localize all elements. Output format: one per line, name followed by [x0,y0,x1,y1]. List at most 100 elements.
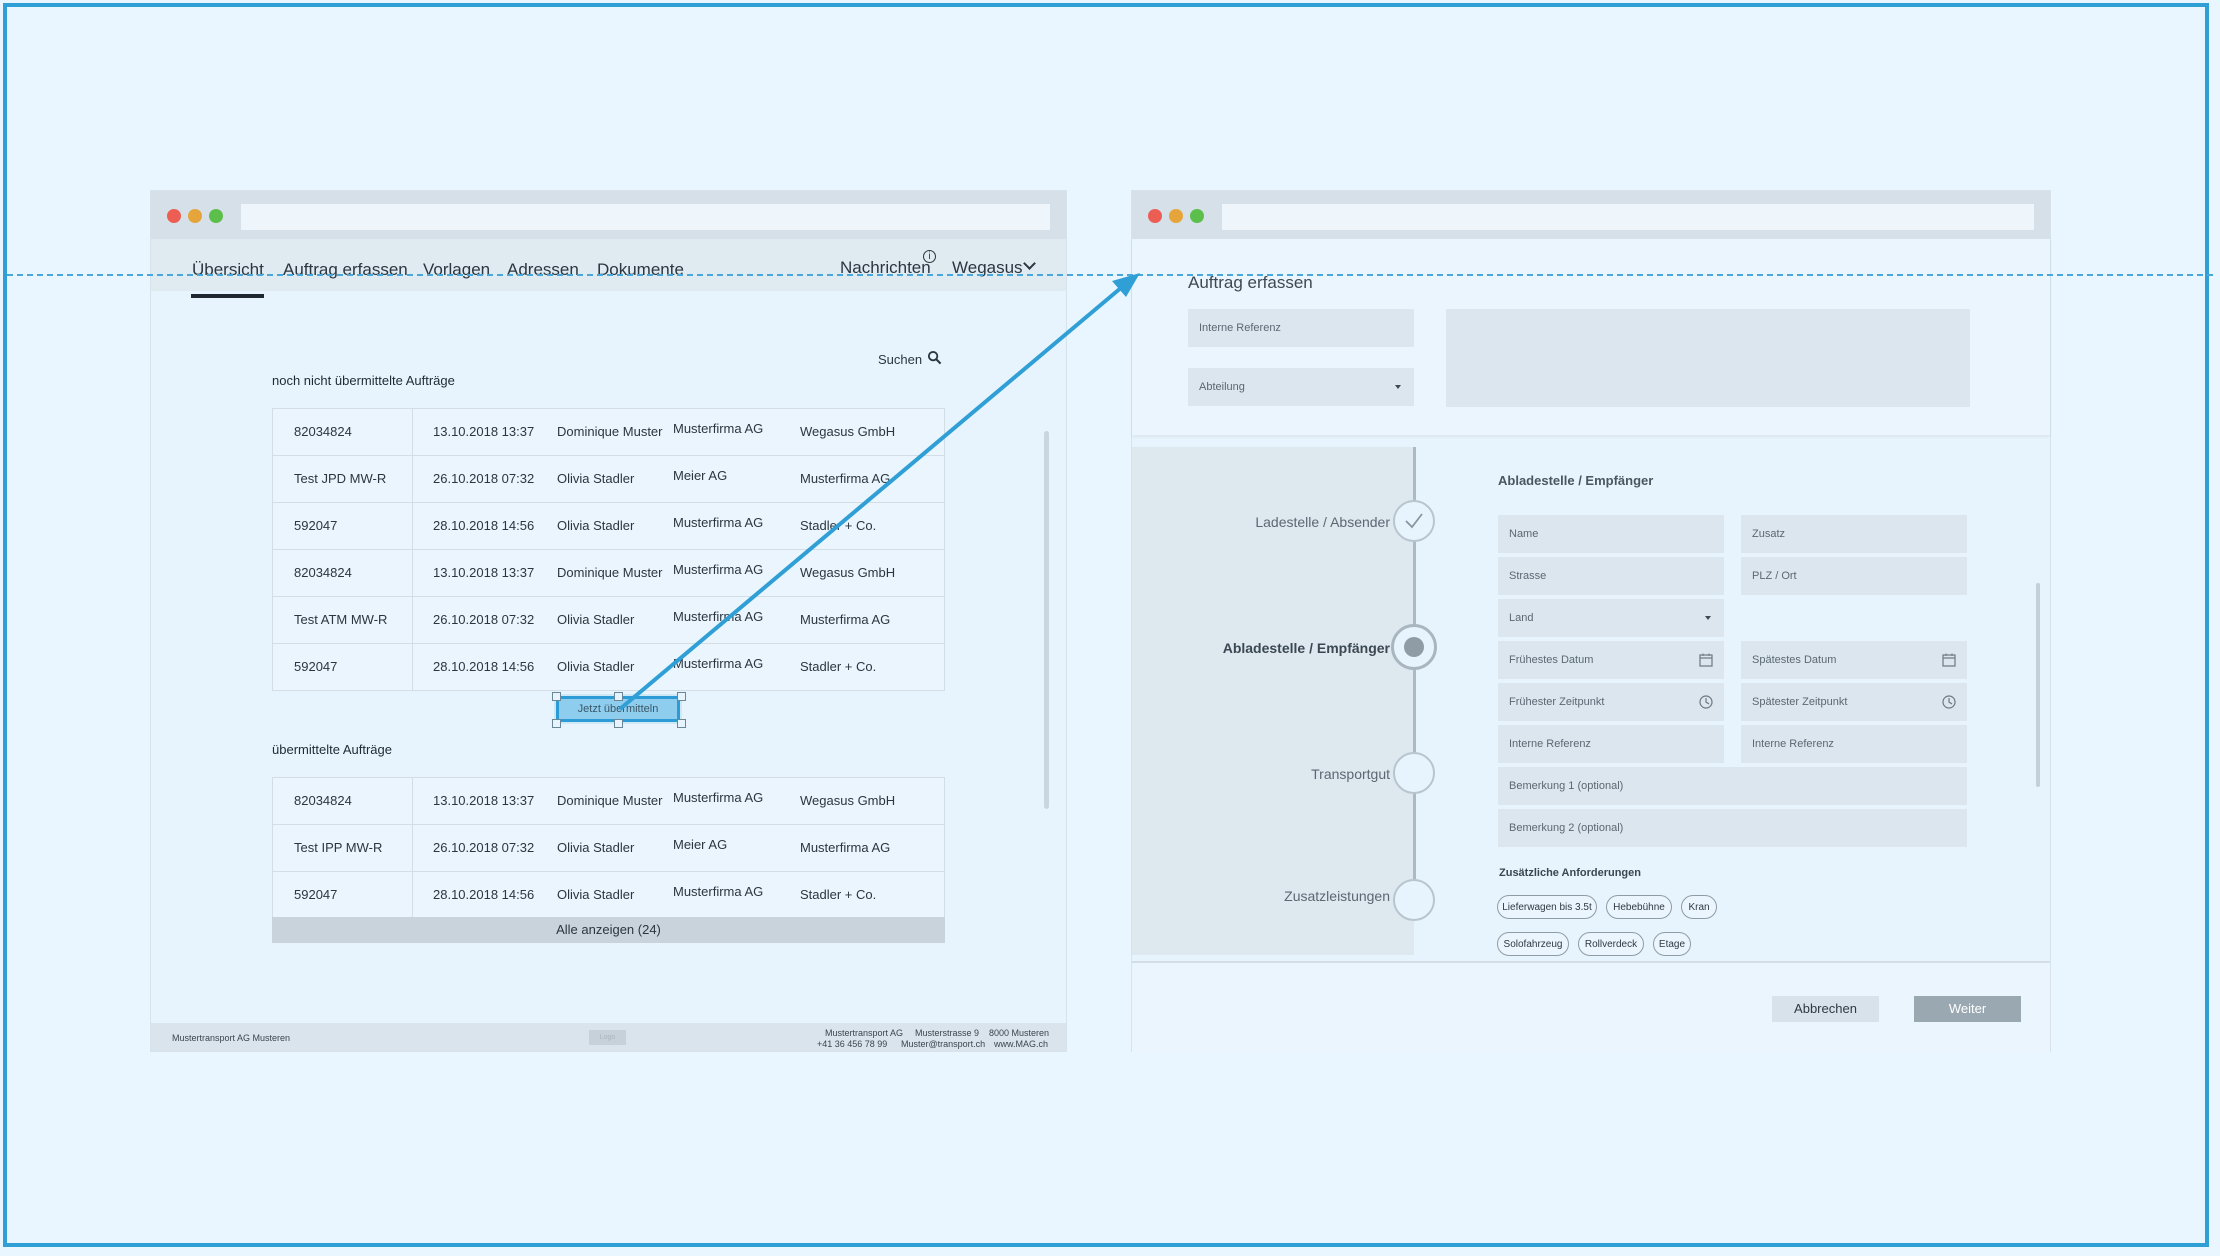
cancel-button[interactable]: Abbrechen [1772,996,1879,1022]
sent-order-row[interactable]: Test IPP MW-R 26.10.2018 07:32 Olivia Stad… [273,825,944,872]
overview-window: Übersicht Auftrag erfassen Vorlagen Adre… [151,191,1066,1051]
calendar-icon[interactable] [1699,653,1713,667]
order-sender-cell: Musterfirma AG [673,562,764,577]
order-recipient-cell: Stadler + Co. [800,518,877,533]
internal-reference-placeholder: Interne Referenz [1752,738,1834,750]
step-2-label[interactable]: Abladestelle / Empfänger [1223,640,1390,656]
department-select[interactable]: Abteilung [1188,368,1414,406]
order-contact-cell: Dominique Muster [557,424,663,439]
step-1-label[interactable]: Ladestelle / Absender [1255,514,1390,530]
chip-van[interactable]: Lieferwagen bis 3.5t [1497,895,1597,919]
order-contact-cell: Dominique Muster [557,793,663,808]
order-recipient-cell: Musterfirma AG [800,612,891,627]
step-4-circle[interactable] [1393,879,1435,921]
name-field[interactable]: Name [1498,515,1724,553]
order-sender-cell: Meier AG [673,468,728,483]
step-3-circle[interactable] [1393,752,1435,794]
sent-order-row[interactable]: 592047 28.10.2018 14:56 Olivia Stadler Must… [273,872,944,918]
chip-roll-cover[interactable]: Rollverdeck [1578,932,1644,956]
step-3-label[interactable]: Transportgut [1311,766,1390,782]
latest-date-field[interactable]: Spätestes Datum [1741,641,1967,679]
order-contact-cell: Dominique Muster [557,565,663,580]
nav-tab-documents[interactable]: Dokumente [597,260,684,280]
selection-handle [552,692,561,701]
earliest-time-field[interactable]: Frühester Zeitpunkt [1498,683,1724,721]
next-button[interactable]: Weiter [1914,996,2021,1022]
notes-textarea[interactable] [1446,309,1970,407]
vertical-scrollbar[interactable] [2036,583,2040,787]
order-date-cell: 26.10.2018 07:32 [433,840,535,855]
chip-solo-vehicle[interactable]: Solofahrzeug [1497,932,1569,956]
search-icon[interactable] [927,350,942,365]
footer-city: 8000 Musteren [989,1028,1050,1038]
remark-2-placeholder: Bemerkung 2 (optional) [1509,822,1624,834]
order-date-cell: 26.10.2018 07:32 [433,612,535,627]
pending-order-row[interactable]: 592047 28.10.2018 14:56 Olivia Stadler Must… [273,644,944,690]
pending-order-row[interactable]: 82034824 13.10.2018 13:37 Dominique Muster… [273,409,944,456]
step-1-circle[interactable] [1393,500,1435,542]
clock-icon[interactable] [1942,695,1956,709]
latest-time-field[interactable]: Spätester Zeitpunkt [1741,683,1967,721]
footer-website[interactable]: www.MAG.ch [994,1039,1048,1049]
nav-tab-create-order[interactable]: Auftrag erfassen [283,260,408,280]
chevron-down-icon[interactable] [1023,257,1036,270]
vertical-scrollbar[interactable] [1044,431,1049,809]
step-2-circle[interactable] [1391,624,1437,670]
remark-2-field[interactable]: Bemerkung 2 (optional) [1498,809,1967,847]
addition-field[interactable]: Zusatz [1741,515,1967,553]
step-4-label[interactable]: Zusatzleistungen [1284,888,1390,904]
internal-reference-field-1[interactable]: Interne Referenz [1498,725,1724,763]
footer-company-name: Mustertransport AG Musteren [172,1033,291,1043]
address-bar[interactable] [1222,204,2034,230]
close-window-dot[interactable] [167,209,181,223]
left-window-titlebar [151,191,1066,239]
main-navigation: Übersicht Auftrag erfassen Vorlagen Adre… [151,239,1066,291]
close-window-dot[interactable] [1148,209,1162,223]
maximize-window-dot[interactable] [209,209,223,223]
column-divider [412,550,413,596]
order-sender-cell: Musterfirma AG [673,884,764,899]
active-step-dot [1404,637,1424,657]
maximize-window-dot[interactable] [1190,209,1204,223]
order-date-cell: 28.10.2018 14:56 [433,887,535,902]
order-contact-cell: Olivia Stadler [557,471,635,486]
sent-order-row[interactable]: 82034824 13.10.2018 13:37 Dominique Muster… [273,778,944,825]
nav-tab-overview[interactable]: Übersicht [192,260,264,280]
pending-orders-title: noch nicht übermittelte Aufträge [272,373,455,388]
column-divider [412,778,413,824]
nav-tab-addresses[interactable]: Adressen [507,260,579,280]
address-bar[interactable] [241,204,1050,230]
pending-order-row[interactable]: 592047 28.10.2018 14:56 Olivia Stadler Must… [273,503,944,550]
column-divider [412,644,413,690]
remark-1-field[interactable]: Bemerkung 1 (optional) [1498,767,1967,805]
internal-reference-field[interactable]: Interne Referenz [1188,309,1414,347]
pending-order-row[interactable]: Test JPD MW-R 26.10.2018 07:32 Olivia Stad… [273,456,944,503]
calendar-icon[interactable] [1942,653,1956,667]
order-contact-cell: Olivia Stadler [557,518,635,533]
country-select[interactable]: Land [1498,599,1724,637]
street-field[interactable]: Strasse [1498,557,1724,595]
country-placeholder: Land [1509,612,1534,624]
minimize-window-dot[interactable] [188,209,202,223]
internal-reference-field-2[interactable]: Interne Referenz [1741,725,1967,763]
caret-down-icon [1705,616,1711,620]
footer-email[interactable]: Muster@transport.ch [901,1039,985,1049]
order-reference-cell: 592047 [294,518,338,533]
earliest-date-field[interactable]: Frühestes Datum [1498,641,1724,679]
pending-orders-table: 82034824 13.10.2018 13:37 Dominique Muster… [272,408,945,691]
column-divider [412,872,413,918]
zip-city-field[interactable]: PLZ / Ort [1741,557,1967,595]
order-contact-cell: Olivia Stadler [557,659,635,674]
chip-floor[interactable]: Etage [1653,932,1691,956]
show-all-button[interactable]: Alle anzeigen (24) [272,917,945,943]
chip-crane[interactable]: Kran [1681,895,1717,919]
column-divider [412,409,413,455]
order-recipient-cell: Musterfirma AG [800,840,891,855]
clock-icon[interactable] [1699,695,1713,709]
nav-tab-templates[interactable]: Vorlagen [423,260,490,280]
pending-order-row[interactable]: 82034824 13.10.2018 13:37 Dominique Muster… [273,550,944,597]
minimize-window-dot[interactable] [1169,209,1183,223]
chip-tail-lift[interactable]: Hebebühne [1606,895,1672,919]
search-label[interactable]: Suchen [878,352,922,367]
pending-order-row[interactable]: Test ATM MW-R 26.10.2018 07:32 Olivia Stad… [273,597,944,644]
